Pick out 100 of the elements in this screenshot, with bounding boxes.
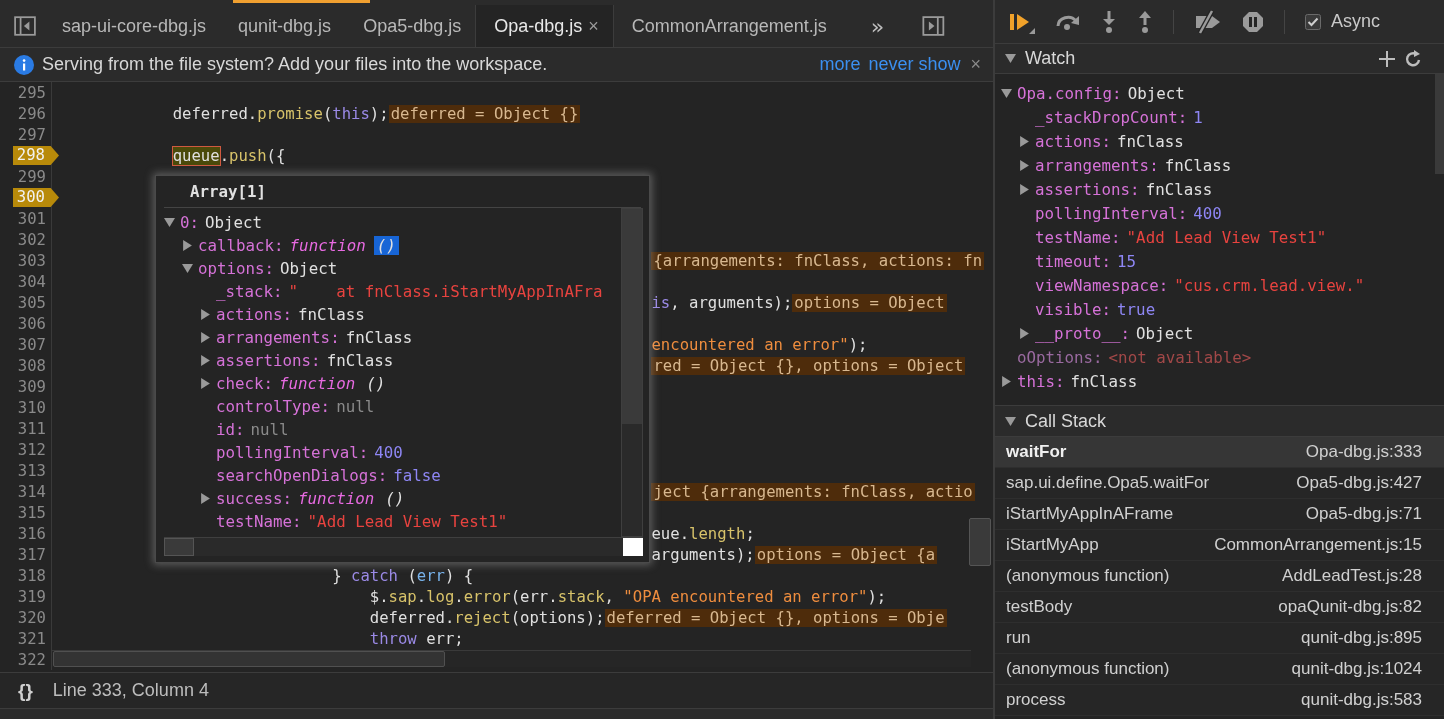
checkbox-label: Async bbox=[1331, 11, 1381, 32]
collapsed-triangle-icon[interactable] bbox=[1001, 375, 1012, 387]
property-value: null bbox=[336, 397, 375, 416]
code-line: is, arguments); bbox=[651, 293, 793, 312]
expanded-triangle-icon[interactable] bbox=[164, 217, 175, 228]
close-icon[interactable]: × bbox=[588, 15, 599, 37]
line-number: 304 bbox=[17, 272, 46, 291]
collapsed-triangle-icon[interactable] bbox=[200, 332, 211, 343]
property-name: oOptions: bbox=[1017, 347, 1103, 367]
function-name: sap.ui.define.Opa5.waitFor bbox=[1006, 473, 1210, 493]
info-link[interactable]: never show bbox=[868, 54, 961, 75]
collapsed-triangle-icon[interactable] bbox=[200, 309, 211, 320]
collapsed-triangle-icon[interactable] bbox=[200, 378, 211, 389]
collapsed-triangle-icon[interactable] bbox=[200, 355, 211, 366]
expanded-triangle-icon[interactable] bbox=[1001, 87, 1012, 99]
close-icon[interactable]: × bbox=[970, 54, 981, 75]
function-arguments: () bbox=[365, 374, 387, 393]
property-value: Object bbox=[205, 213, 263, 232]
collapsed-triangle-icon[interactable] bbox=[1019, 135, 1030, 147]
pretty-print-button[interactable]: {} bbox=[18, 679, 33, 702]
expanded-triangle-icon[interactable] bbox=[182, 263, 193, 274]
file-tab[interactable]: Opa-dbg.js × bbox=[475, 5, 614, 47]
collapsed-triangle-icon[interactable] bbox=[200, 493, 211, 504]
function-name: iStartMyApp bbox=[1006, 535, 1099, 555]
property-value: function bbox=[289, 236, 366, 255]
info-icon bbox=[14, 54, 34, 75]
cursor-position: Line 333, Column 4 bbox=[52, 680, 209, 701]
source-location: CommonArrangement.js:15 bbox=[1214, 535, 1422, 555]
line-number: 312 bbox=[17, 440, 46, 459]
function-name: waitFor bbox=[1006, 442, 1067, 462]
scrollbar-thumb[interactable] bbox=[1435, 74, 1444, 174]
source-location: AddLeadTest.js:28 bbox=[1282, 566, 1422, 586]
property-name: this: bbox=[1017, 371, 1065, 391]
expanded-triangle-icon[interactable] bbox=[1005, 415, 1016, 427]
collapsed-triangle-icon[interactable] bbox=[182, 240, 193, 251]
property-value: false bbox=[393, 466, 441, 485]
file-tab[interactable]: Opa5-dbg.js bbox=[345, 5, 476, 47]
call-stack-frame[interactable]: waitFor Opa-dbg.js:333 bbox=[995, 437, 1444, 468]
line-number: 317 bbox=[17, 545, 46, 564]
file-tab[interactable]: sap-ui-core-dbg.js bbox=[44, 5, 221, 47]
property-name: viewNamespace: bbox=[1035, 275, 1169, 295]
checkbox[interactable] bbox=[1305, 13, 1321, 30]
scrollbar-thumb[interactable] bbox=[622, 209, 642, 424]
line-number: 313 bbox=[17, 461, 46, 480]
file-tab[interactable]: CommonArrangement.js bbox=[613, 5, 841, 47]
property-name: id: bbox=[216, 420, 245, 439]
deactivate-breakpoints-icon[interactable] bbox=[1194, 9, 1222, 34]
collapsed-triangle-icon[interactable] bbox=[1019, 159, 1030, 171]
code-line: throw err; bbox=[369, 629, 464, 648]
tab-overflow-button[interactable]: » bbox=[870, 13, 885, 39]
file-tab[interactable]: qunit-dbg.js bbox=[220, 5, 346, 47]
line-number: 295 bbox=[17, 83, 46, 102]
property-value: fnClass bbox=[1070, 371, 1138, 391]
inline-value: deferred = Object {}, options = Obje bbox=[604, 608, 947, 627]
property-value: Object bbox=[280, 259, 338, 278]
add-icon[interactable] bbox=[1379, 50, 1395, 67]
line-number: 297 bbox=[17, 125, 46, 144]
source-location: Opa-dbg.js:333 bbox=[1305, 442, 1422, 462]
property-name: actions: bbox=[216, 305, 293, 324]
property-value: "Add Lead View Test1" bbox=[1126, 227, 1327, 247]
info-link[interactable]: more bbox=[819, 54, 861, 75]
property-name: assertions: bbox=[1035, 179, 1140, 199]
scrollbar-thumb[interactable] bbox=[969, 518, 991, 566]
property-value: " at fnClass.iStartMyAppInAFra bbox=[288, 282, 603, 301]
pause-icon[interactable] bbox=[1242, 10, 1264, 33]
line-number: 299 bbox=[17, 167, 46, 186]
collapsed-triangle-icon[interactable] bbox=[1019, 183, 1030, 195]
code-line: arguments); bbox=[651, 545, 755, 564]
property-value: fnClass bbox=[298, 305, 365, 324]
line-number: 311 bbox=[17, 419, 46, 438]
scrollbar-thumb[interactable] bbox=[164, 538, 194, 556]
code-line: $.sap.log.error(err.stack, "OPA encountered an error"); bbox=[369, 587, 887, 606]
source-location: qunit-dbg.js:1024 bbox=[1291, 659, 1422, 679]
inline-value: red = Object {}, options = Object bbox=[651, 356, 966, 375]
property-value: fnClass bbox=[1145, 179, 1213, 199]
step-out-icon[interactable] bbox=[1137, 9, 1153, 34]
property-name: _stack: bbox=[216, 282, 283, 301]
property-name: success: bbox=[216, 489, 293, 508]
collapsed-triangle-icon[interactable] bbox=[1019, 327, 1030, 339]
property-value: function bbox=[298, 489, 375, 508]
section-title: Call Stack bbox=[1025, 410, 1107, 432]
code-line: eue.length; bbox=[651, 524, 755, 543]
expanded-triangle-icon[interactable] bbox=[1005, 53, 1016, 64]
code-line: encountered an error"); bbox=[651, 335, 868, 354]
function-name: (anonymous function) bbox=[1006, 566, 1170, 586]
refresh-icon[interactable] bbox=[1404, 49, 1422, 68]
property-name: arrangements: bbox=[216, 328, 340, 347]
sidebar-toggle-icon[interactable] bbox=[14, 16, 36, 36]
inline-value: ject {arrangements: fnClass, actio bbox=[651, 482, 975, 501]
function-name: (anonymous function) bbox=[1006, 659, 1170, 679]
function-name: process bbox=[1006, 690, 1066, 710]
hovered-expression[interactable]: queue bbox=[172, 146, 220, 165]
scrollbar-thumb[interactable] bbox=[53, 651, 445, 667]
property-name: searchOpenDialogs: bbox=[216, 466, 388, 485]
property-name: options: bbox=[198, 259, 275, 278]
source-location: qunit-dbg.js:583 bbox=[1301, 690, 1422, 710]
step-into-icon[interactable] bbox=[1101, 9, 1117, 34]
property-name: testName: bbox=[216, 512, 302, 531]
source-location: qunit-dbg.js:895 bbox=[1301, 628, 1422, 648]
line-number: 319 bbox=[17, 587, 46, 606]
